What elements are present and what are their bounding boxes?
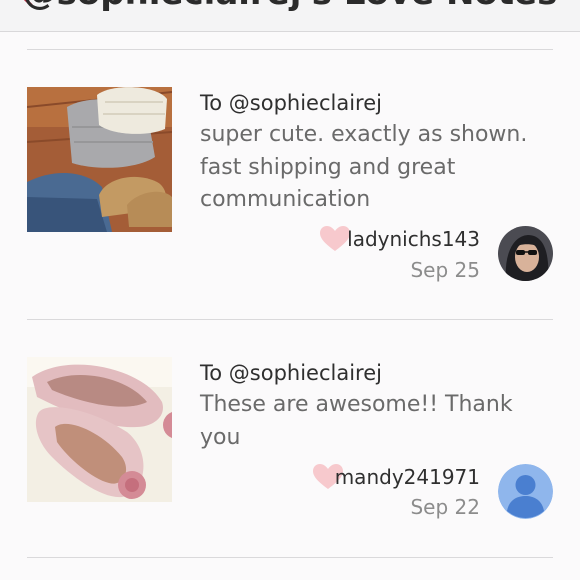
note-recipient: To @sophieclairej	[200, 91, 382, 115]
username-link[interactable]: mandy241971	[335, 465, 480, 489]
note-recipient: To @sophieclairej	[200, 361, 382, 385]
heart-icon[interactable]	[320, 226, 350, 252]
note-text: These are awesome!! Thank you	[200, 392, 513, 450]
listing-image[interactable]	[27, 357, 172, 502]
note-date: Sep 22	[410, 495, 480, 519]
divider	[27, 49, 553, 50]
avatar[interactable]	[498, 226, 553, 281]
note-text: super cute. exactly as shown. fast shipp…	[200, 122, 528, 212]
divider	[27, 319, 553, 320]
default-user-icon[interactable]	[498, 464, 553, 519]
page-title: @sophieclairej's Love Notes	[0, 0, 580, 13]
username-link[interactable]: ladynichs143	[347, 227, 480, 251]
listing-image[interactable]	[27, 87, 172, 232]
divider	[27, 557, 553, 558]
note-date: Sep 25	[410, 258, 480, 282]
header-bar: @sophieclairej's Love Notes	[0, 0, 580, 32]
